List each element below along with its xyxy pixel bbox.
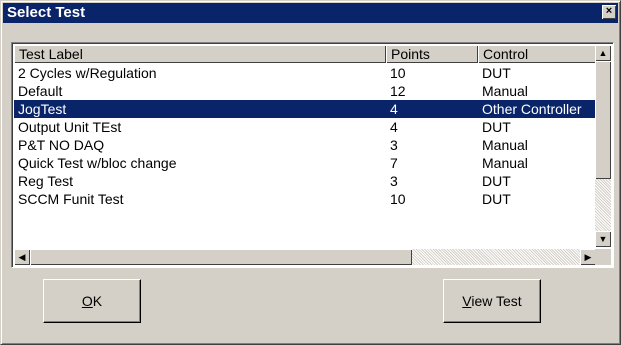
- table-row[interactable]: SCCM Funit Test 10 DUT: [14, 190, 596, 208]
- cell-test-label: SCCM Funit Test: [18, 191, 124, 207]
- cell-points: 3: [390, 173, 398, 189]
- cell-control: Manual: [482, 83, 528, 99]
- view-test-mnemonic: V: [462, 293, 472, 309]
- ok-mnemonic: O: [81, 293, 93, 309]
- cell-test-label: Reg Test: [18, 173, 73, 189]
- arrow-right-icon[interactable]: ▶: [580, 249, 596, 265]
- cell-points: 10: [390, 191, 406, 207]
- arrow-down-icon[interactable]: ▼: [595, 231, 611, 247]
- horizontal-scrollbar[interactable]: ◀ ▶: [14, 249, 596, 265]
- view-test-button[interactable]: View Test: [443, 279, 541, 323]
- scrollbar-corner: [595, 249, 611, 265]
- ok-button[interactable]: OK: [43, 279, 141, 323]
- cell-test-label: Quick Test w/bloc change: [18, 155, 177, 171]
- column-header-points[interactable]: Points: [386, 45, 478, 63]
- cell-points: 7: [390, 155, 398, 171]
- horizontal-scroll-thumb[interactable]: [30, 249, 412, 265]
- arrow-left-icon[interactable]: ◀: [14, 249, 30, 265]
- cell-control: DUT: [482, 119, 511, 135]
- table-row[interactable]: 2 Cycles w/Regulation 10 DUT: [14, 64, 596, 82]
- cell-control: DUT: [482, 65, 511, 81]
- cell-test-label: Default: [18, 83, 63, 99]
- list-header: Test Label Points Control: [14, 45, 596, 63]
- cell-control: Manual: [482, 155, 528, 171]
- table-row[interactable]: P&T NO DAQ 3 Manual: [14, 136, 596, 154]
- table-row[interactable]: Quick Test w/bloc change 7 Manual: [14, 154, 596, 172]
- cell-control: DUT: [482, 191, 511, 207]
- table-row-selected[interactable]: JogTest 4 Other Controller: [14, 100, 596, 118]
- arrow-up-icon[interactable]: ▲: [595, 45, 611, 61]
- title-bar: Select Test ×: [3, 3, 618, 23]
- cell-points: 10: [390, 65, 406, 81]
- table-row[interactable]: Reg Test 3 DUT: [14, 172, 596, 190]
- cell-test-label: P&T NO DAQ: [18, 137, 105, 153]
- window-title: Select Test: [7, 4, 86, 21]
- column-header-control[interactable]: Control: [478, 45, 596, 63]
- cell-control: Manual: [482, 137, 528, 153]
- vertical-scrollbar[interactable]: ▲ ▼: [595, 45, 611, 247]
- cell-points: 4: [386, 100, 478, 118]
- cell-points: 12: [390, 83, 406, 99]
- close-icon[interactable]: ×: [602, 5, 616, 19]
- vertical-scroll-thumb[interactable]: [595, 61, 611, 179]
- select-test-dialog: Select Test × Test Label Points Control …: [0, 0, 621, 345]
- cell-test-label: Output Unit TEst: [18, 119, 122, 135]
- view-test-label-rest: iew Test: [471, 293, 522, 309]
- cell-points: 3: [390, 137, 398, 153]
- table-row[interactable]: Output Unit TEst 4 DUT: [14, 118, 596, 136]
- cell-control: Other Controller: [478, 100, 596, 118]
- table-row[interactable]: Default 12 Manual: [14, 82, 596, 100]
- ok-label-rest: K: [92, 293, 103, 309]
- test-list[interactable]: Test Label Points Control 2 Cycles w/Reg…: [11, 42, 614, 268]
- column-header-test-label[interactable]: Test Label: [14, 45, 386, 63]
- cell-test-label: 2 Cycles w/Regulation: [18, 65, 157, 81]
- cell-control: DUT: [482, 173, 511, 189]
- list-rows: 2 Cycles w/Regulation 10 DUT Default 12 …: [14, 64, 596, 208]
- cell-points: 4: [390, 119, 398, 135]
- cell-test-label: JogTest: [14, 100, 386, 118]
